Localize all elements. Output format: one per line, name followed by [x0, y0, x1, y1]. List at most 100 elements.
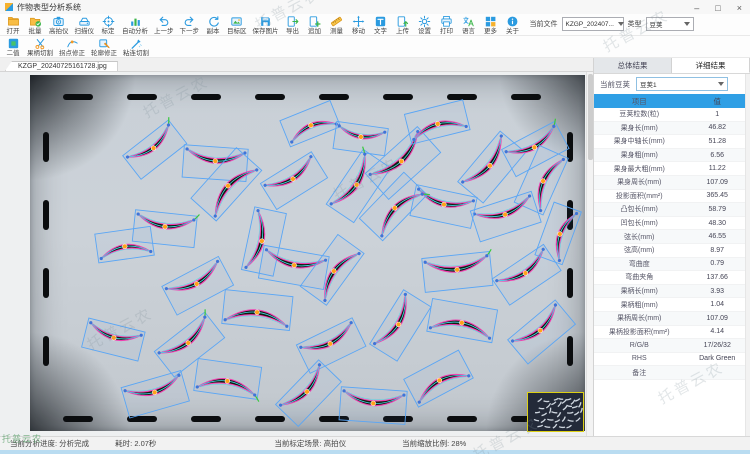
next-step-button[interactable]: 下一步 [177, 15, 203, 35]
move-button[interactable]: 移动 [348, 15, 370, 35]
bean-pod-annotation[interactable] [193, 358, 263, 401]
image-canvas [0, 72, 593, 436]
image-tab-bar: KZGP_20240725161728.jpg [0, 58, 593, 72]
binary-button[interactable]: 二值 [2, 37, 24, 57]
save-image-button[interactable]: 保存图片 [250, 15, 282, 35]
edit-toolbar-buttons: 二值果柄切割拐点修正轮廓修正粘连切割 [2, 37, 152, 57]
table-row[interactable]: 凹包长(mm)48.30 [594, 217, 750, 231]
contour-fix-icon [98, 37, 111, 50]
export-button[interactable]: 导出 [282, 15, 304, 35]
open-button[interactable]: 打开 [2, 15, 24, 35]
table-row[interactable]: 弯曲度0.79 [594, 258, 750, 272]
bean-pod-annotation[interactable] [333, 121, 388, 155]
adhesion-cut-icon [130, 37, 143, 50]
upload-button[interactable]: 上传 [392, 15, 414, 35]
table-row[interactable]: 果身周长(mm)107.09 [594, 176, 750, 190]
analyzed-photo[interactable] [30, 75, 585, 431]
measure-icon [330, 15, 343, 28]
scanner-button[interactable]: 扫描仪 [72, 15, 98, 35]
type-select[interactable]: 豆荚 [646, 17, 694, 31]
tab-overall-results[interactable]: 总体结果 [594, 58, 672, 73]
minimize-button[interactable]: – [694, 3, 699, 13]
region-icon [230, 15, 243, 28]
bean-pod-annotation[interactable] [370, 290, 431, 361]
registration-mark [511, 94, 541, 100]
text-icon [374, 15, 387, 28]
current-pod-value: 豆荚1 [640, 79, 657, 89]
batch-button[interactable]: 批量 [24, 15, 46, 35]
close-button[interactable]: × [737, 3, 742, 13]
chevron-down-icon [618, 22, 624, 26]
target-icon [102, 15, 115, 28]
calibrate-button[interactable]: 标定 [97, 15, 119, 35]
doc-camera-button[interactable]: 高拍仪 [46, 15, 72, 35]
results-tabs: 总体结果 详细结果 [594, 58, 750, 74]
bean-pod-annotation[interactable] [162, 256, 234, 315]
table-row[interactable]: 果柄粗(mm)1.04 [594, 298, 750, 312]
current-file-value: KZGP_202407... [566, 21, 614, 28]
table-row[interactable]: 果身最大粗(mm)11.22 [594, 162, 750, 176]
current-pod-select[interactable]: 豆荚1 [636, 77, 728, 91]
bean-pod-annotation[interactable] [296, 318, 366, 374]
table-row[interactable]: 果柄周长(mm)107.09 [594, 312, 750, 326]
prev-step-button[interactable]: 上一步 [151, 15, 177, 35]
bean-pod-annotation[interactable] [422, 249, 495, 292]
table-row[interactable]: 豆荚粒数(粒)1 [594, 108, 750, 122]
bean-pod-annotation[interactable] [222, 290, 293, 331]
about-button[interactable]: 关于 [502, 15, 524, 35]
bean-pod-annotation[interactable] [404, 100, 470, 144]
bean-pod-annotation[interactable] [82, 318, 145, 361]
print-icon [440, 15, 453, 28]
bean-pod-annotation[interactable] [427, 299, 498, 343]
auto-analyze-button[interactable]: 自动分析 [119, 15, 151, 35]
print-button[interactable]: 打印 [436, 15, 458, 35]
table-row[interactable]: 弦长(mm)46.55 [594, 230, 750, 244]
bean-pod-annotation[interactable] [280, 100, 341, 146]
text-button[interactable]: 文字 [370, 15, 392, 35]
table-row[interactable]: 凸包长(mm)58.79 [594, 203, 750, 217]
stalk-cut-button[interactable]: 果柄切割 [24, 37, 56, 57]
registration-mark [383, 94, 413, 100]
overview-thumbnail[interactable] [527, 392, 584, 432]
image-tab[interactable]: KZGP_20240725161728.jpg [5, 61, 118, 71]
table-row[interactable]: 果身长(mm)46.82 [594, 122, 750, 136]
duplicate-button[interactable]: 副本 [202, 15, 224, 35]
more-button[interactable]: 更多 [480, 15, 502, 35]
current-file-select[interactable]: KZGP_202407... [562, 17, 624, 31]
measure-button[interactable]: 测量 [326, 15, 348, 35]
elapsed-time-status: 耗时: 2.07秒 [115, 438, 156, 449]
language-button[interactable]: 语言 [458, 15, 480, 35]
tab-detailed-results[interactable]: 详细结果 [672, 58, 750, 73]
target-region-button[interactable]: 目标区 [224, 15, 250, 35]
panel-scrollbar[interactable] [745, 74, 750, 436]
table-row[interactable]: 果身粗(mm)6.56 [594, 149, 750, 163]
bean-pod-annotation[interactable] [95, 226, 154, 263]
bean-pod-annotation[interactable] [121, 371, 189, 418]
table-row[interactable]: 果柄长(mm)3.93 [594, 285, 750, 299]
folder-open-icon [7, 15, 20, 28]
table-row[interactable]: 果身中轴长(mm)51.28 [594, 135, 750, 149]
table-row[interactable]: 果柄投影面积(mm²)4.14 [594, 326, 750, 340]
bean-pod-annotation[interactable] [121, 117, 188, 179]
table-row[interactable]: R/G/B17/26/32 [594, 339, 750, 353]
table-row[interactable]: 备注 [594, 366, 750, 380]
bean-pod-annotation[interactable] [339, 387, 407, 425]
append-button[interactable]: 追加 [304, 15, 326, 35]
bean-pod-annotation[interactable] [260, 152, 327, 210]
maximize-button[interactable]: □ [715, 3, 720, 13]
settings-icon [418, 15, 431, 28]
more-icon [484, 15, 497, 28]
table-row[interactable]: 弯曲夹角137.66 [594, 271, 750, 285]
bean-pod-annotation[interactable] [508, 300, 576, 364]
table-row[interactable]: 弦高(mm)8.97 [594, 244, 750, 258]
registration-mark [63, 94, 93, 100]
table-row[interactable]: 投影面积(mm²)365.45 [594, 190, 750, 204]
binary-icon [7, 37, 20, 50]
save-image-icon [259, 15, 272, 28]
contour-fix-button[interactable]: 轮廓修正 [88, 37, 120, 57]
settings-button[interactable]: 设置 [414, 15, 436, 35]
bean-pod-annotation[interactable] [404, 350, 474, 407]
inflection-fix-button[interactable]: 拐点修正 [56, 37, 88, 57]
table-row[interactable]: RHSDark Green [594, 353, 750, 367]
adhesion-cut-button[interactable]: 粘连切割 [120, 37, 152, 57]
